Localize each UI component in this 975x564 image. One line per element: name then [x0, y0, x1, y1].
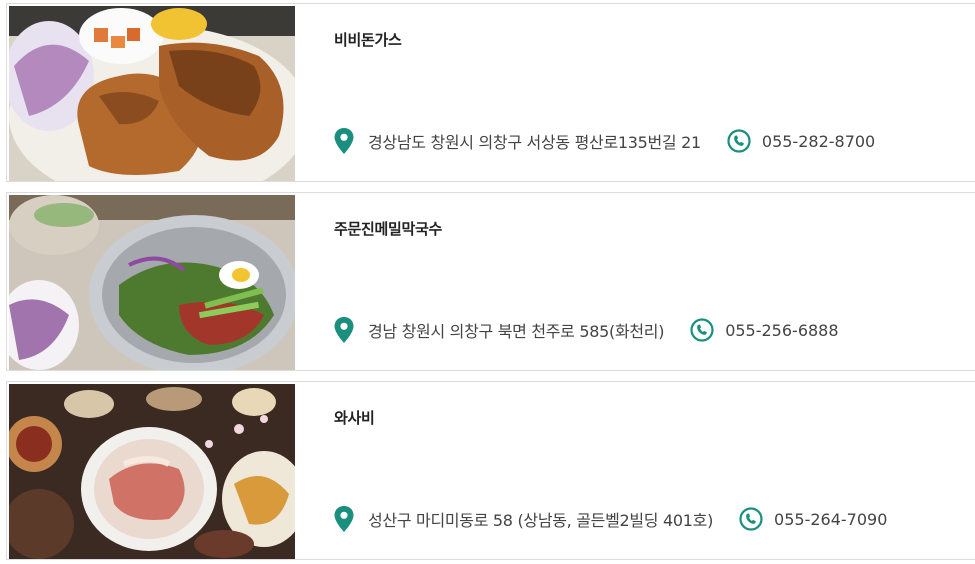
phone-icon: [727, 129, 751, 153]
restaurant-phone[interactable]: 055-264-7090: [774, 510, 887, 529]
restaurant-address: 성산구 마디미동로 58 (상남동, 골든벨2빌딩 401호): [368, 511, 714, 530]
restaurant-address: 경남 창원시 의창구 북면 천주로 585(화천리): [368, 322, 665, 341]
phone-link[interactable]: 055-282-8700: [727, 129, 875, 153]
location-pin-icon: [334, 128, 354, 154]
restaurant-photo[interactable]: [9, 6, 295, 181]
phone-link[interactable]: 055-256-6888: [690, 318, 839, 342]
restaurant-list: 비비돈가스 경상남도 창원시 의창구 서상동 평산로135번길 21 055-2…: [0, 0, 975, 564]
restaurant-address: 경상남도 창원시 의창구 서상동 평산로135번길 21: [368, 133, 701, 152]
restaurant-photo[interactable]: [9, 195, 295, 370]
restaurant-photo[interactable]: [9, 384, 295, 559]
phone-link[interactable]: 055-264-7090: [739, 507, 887, 531]
restaurant-info: 성산구 마디미동로 58 (상남동, 골든벨2빌딩 401호) 055-264-…: [334, 506, 887, 532]
phone-icon: [690, 318, 714, 342]
restaurant-card[interactable]: 비비돈가스 경상남도 창원시 의창구 서상동 평산로135번길 21 055-2…: [6, 3, 975, 182]
restaurant-name[interactable]: 와사비: [334, 407, 375, 428]
restaurant-name[interactable]: 주문진메밀막국수: [334, 218, 442, 239]
restaurant-info: 경상남도 창원시 의창구 서상동 평산로135번길 21 055-282-870…: [334, 128, 875, 154]
restaurant-name[interactable]: 비비돈가스: [334, 29, 402, 50]
restaurant-phone[interactable]: 055-256-6888: [725, 321, 838, 340]
restaurant-card[interactable]: 와사비 성산구 마디미동로 58 (상남동, 골든벨2빌딩 401호) 055-…: [6, 381, 975, 560]
location-pin-icon: [334, 317, 354, 343]
location-pin-icon: [334, 506, 354, 532]
restaurant-card[interactable]: 주문진메밀막국수 경남 창원시 의창구 북면 천주로 585(화천리) 055-…: [6, 192, 975, 371]
phone-icon: [739, 507, 763, 531]
restaurant-phone[interactable]: 055-282-8700: [762, 132, 875, 151]
restaurant-info: 경남 창원시 의창구 북면 천주로 585(화천리) 055-256-6888: [334, 317, 839, 343]
